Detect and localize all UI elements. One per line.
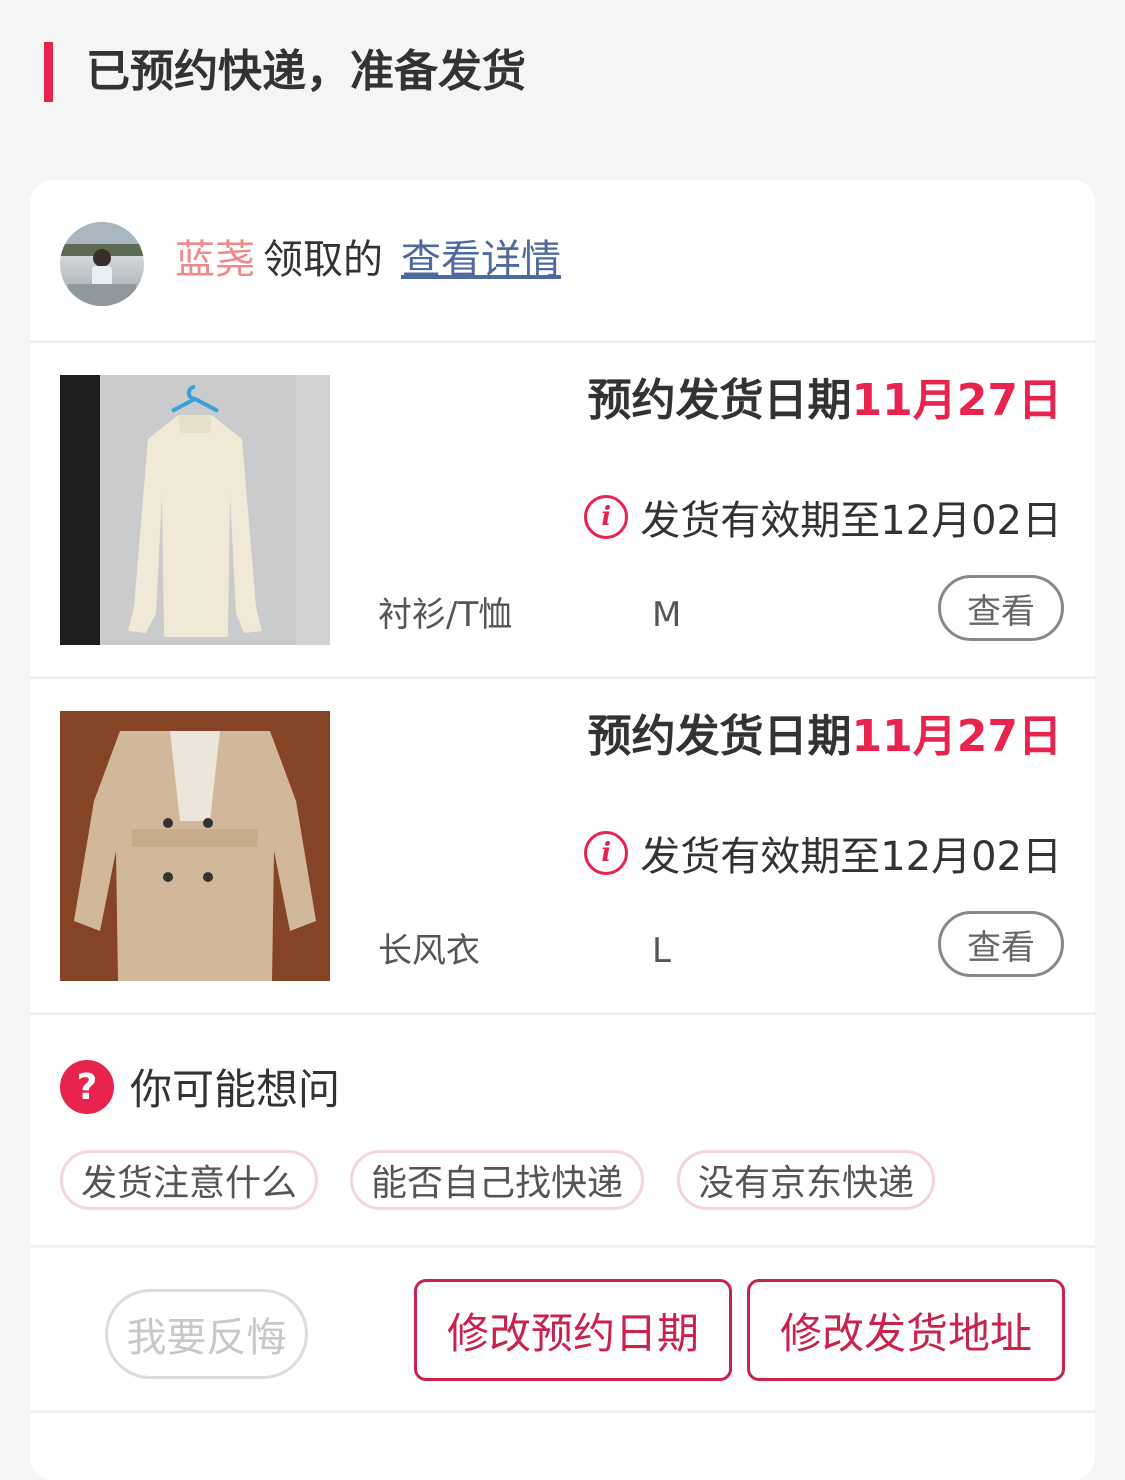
ship-date: 预约发货日期11月27日 [588, 705, 1062, 769]
claimer-verb: 领取的 [263, 237, 383, 283]
item-photo-trench-coat[interactable] [60, 711, 330, 981]
claimer-name[interactable]: 蓝荛 [175, 232, 255, 288]
view-details-link[interactable]: 查看详情 [401, 232, 561, 288]
info-icon[interactable]: i [584, 495, 629, 539]
ship-date-label: 预约发货日期 [587, 711, 852, 762]
ship-date-value: 11月27日 [851, 711, 1062, 762]
action-bar: 我要反悔 修改预约日期 修改发货地址 [30, 1248, 1095, 1410]
faq-title: 你可能想问 [130, 1065, 341, 1114]
avatar [60, 222, 144, 306]
ship-date: 预约发货日期11月27日 [588, 369, 1062, 433]
list-item: 预约发货日期11月27日 i 发货有效期至12月02日 衬衫/T恤 M 查看 [30, 343, 1095, 676]
faq-chip-own-courier[interactable]: 能否自己找快递 [350, 1150, 644, 1210]
faq-chip-no-jd-express[interactable]: 没有京东快递 [677, 1150, 935, 1210]
ship-date-value: 11月27日 [851, 375, 1062, 426]
info-icon[interactable]: i [584, 831, 629, 875]
change-date-button[interactable]: 修改预约日期 [414, 1279, 732, 1381]
regret-button[interactable]: 我要反悔 [105, 1289, 308, 1379]
view-button[interactable]: 查看 [938, 575, 1064, 641]
list-item: 预约发货日期11月27日 i 发货有效期至12月02日 长风衣 L 查看 [30, 679, 1095, 1012]
claimer-row: 蓝荛 领取的 查看详情 [30, 180, 1095, 340]
valid-until-text: 发货有效期至12月02日 [640, 834, 1062, 880]
ship-date-label: 预约发货日期 [587, 375, 852, 426]
item-category: 长风衣 [378, 931, 480, 971]
page-header: 已预约快递，准备发货 [0, 0, 1125, 150]
item-size: M [652, 595, 682, 635]
change-address-button[interactable]: 修改发货地址 [747, 1279, 1065, 1381]
question-icon: ? [60, 1060, 114, 1114]
faq-section: ? 你可能想问 发货注意什么 能否自己找快递 没有京东快递 [30, 1014, 1095, 1247]
valid-until-text: 发货有效期至12月02日 [640, 498, 1062, 544]
page-title: 已预约快递，准备发货 [86, 46, 526, 97]
order-card: 蓝荛 领取的 查看详情 预约发货日期11月27日 i 发货有效期至12月02日 [30, 180, 1095, 1480]
divider [30, 1410, 1095, 1413]
valid-until: i 发货有效期至12月02日 [584, 821, 1062, 885]
item-size: L [652, 931, 671, 971]
item-photo-blouse[interactable] [60, 375, 330, 645]
faq-chip-shipping-notes[interactable]: 发货注意什么 [60, 1150, 318, 1210]
valid-until: i 发货有效期至12月02日 [584, 485, 1062, 549]
view-button[interactable]: 查看 [938, 911, 1064, 977]
header-accent-bar [44, 42, 53, 102]
item-category: 衬衫/T恤 [378, 595, 513, 635]
